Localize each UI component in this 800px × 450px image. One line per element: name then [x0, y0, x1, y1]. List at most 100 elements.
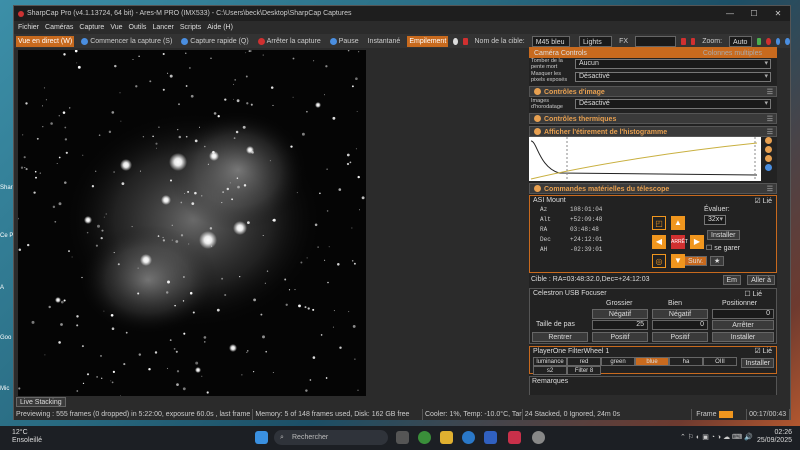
pause-button[interactable]: Pause	[328, 36, 361, 47]
filter-luminance-button[interactable]: luminance	[533, 357, 567, 366]
stop-capture-button[interactable]: Arrêter la capture	[256, 36, 323, 47]
menu-launch[interactable]: Lancer	[152, 24, 173, 31]
focuser-install-button[interactable]: Installer	[712, 332, 774, 342]
focuser-stop-button[interactable]: Arrêter	[712, 320, 774, 330]
clock[interactable]: 02:26 25/09/2025	[757, 429, 792, 445]
remarks-box[interactable]: Remarques	[529, 376, 777, 395]
start-icon[interactable]	[255, 431, 268, 444]
edge-icon[interactable]	[462, 431, 475, 444]
menu-help[interactable]: Aide (H)	[207, 24, 233, 31]
coarse-negative-button[interactable]: Négatif	[592, 309, 648, 319]
start-capture-button[interactable]: Commencer la capture (S)	[79, 36, 174, 47]
menu-file[interactable]: Fichier	[18, 24, 39, 31]
cut-dark-select[interactable]: Aucun	[575, 59, 771, 69]
stop-mount-button[interactable]: ARRÊT	[671, 235, 688, 249]
filter-blue-button[interactable]: blue	[635, 357, 669, 366]
fine-positive-button[interactable]: Positif	[652, 332, 708, 342]
menu-icon[interactable]: ☰	[767, 114, 773, 125]
north-arrow-button[interactable]: ▲	[671, 216, 685, 230]
histogram-icon[interactable]	[756, 37, 762, 45]
park-checkbox[interactable]: ☐ se garer	[706, 244, 740, 252]
focuser-linked-checkbox[interactable]: ☐ Lié	[744, 290, 762, 298]
multiple-columns-toggle[interactable]: Colonnes multiples	[703, 48, 762, 59]
weather-widget[interactable]: 12°C Ensoleillé	[12, 429, 42, 445]
crosshair-icon[interactable]	[690, 37, 696, 45]
record-icon[interactable]	[453, 37, 458, 45]
fine-step-input[interactable]: 0	[652, 320, 708, 330]
west-arrow-button[interactable]: ◀	[652, 235, 666, 249]
menu-icon[interactable]: ☰	[767, 87, 773, 98]
filter-ha-button[interactable]: ha	[669, 357, 703, 366]
south-arrow-button[interactable]: ▼	[671, 254, 685, 268]
filterwheel-install-button[interactable]: Installer	[741, 358, 774, 368]
quick-capture-button[interactable]: Capture rapide (Q)	[179, 36, 250, 47]
star	[241, 374, 243, 376]
menu-icon[interactable]: ☰	[767, 184, 773, 195]
image-controls-header[interactable]: Contrôles d'image ☰	[529, 86, 777, 97]
camera-controls-header[interactable]: Caméra Controls Colonnes multiples	[529, 47, 777, 58]
home-icon[interactable]: ◎	[652, 254, 666, 268]
position-input[interactable]: 0	[712, 309, 774, 319]
reticle-icon[interactable]	[680, 37, 686, 45]
mask-hot-select[interactable]: Désactivé	[575, 72, 771, 82]
live-stacking-tab[interactable]: Live Stacking	[16, 397, 66, 407]
filter-oiii-button[interactable]: OIII	[703, 357, 737, 366]
camera-image[interactable]	[18, 50, 366, 396]
star	[110, 380, 112, 382]
filter-red-button[interactable]: red	[567, 357, 601, 366]
filterwheel-linked-checkbox[interactable]: ☑ Lié	[754, 347, 772, 355]
slew-rate-select[interactable]: 32x	[704, 215, 726, 225]
app-icon[interactable]	[508, 431, 521, 444]
settings-icon[interactable]	[785, 37, 790, 45]
minimize-button[interactable]: —	[718, 6, 742, 21]
live-view-button[interactable]: Vue en direct (W)	[16, 35, 75, 47]
histogram-chart[interactable]	[529, 137, 772, 181]
filter-green-button[interactable]: green	[601, 357, 635, 366]
east-arrow-button[interactable]: ▶	[690, 235, 704, 249]
fx-select[interactable]	[635, 35, 676, 47]
close-button[interactable]: ✕	[766, 6, 790, 21]
frame-type-select[interactable]: Lights	[579, 35, 613, 47]
star-icon[interactable]: ★	[710, 256, 724, 266]
menu-view[interactable]: Vue	[110, 24, 122, 31]
target-icon[interactable]	[462, 37, 468, 45]
thermal-controls-header[interactable]: Contrôles thermiques ☰	[529, 113, 777, 124]
menu-capture[interactable]: Capture	[79, 24, 104, 31]
filter-8-button[interactable]: Filter 8	[567, 366, 601, 375]
star	[105, 213, 107, 215]
sharpcap-icon[interactable]	[532, 431, 545, 444]
store-icon[interactable]	[484, 431, 497, 444]
target-name-input[interactable]: M45 bleu	[531, 35, 571, 47]
sync-icon[interactable]: ◰	[652, 216, 666, 230]
timestamp-select[interactable]: Désactivé	[575, 99, 771, 109]
zoom-select[interactable]: Auto	[729, 35, 752, 47]
search-box[interactable]: ⌕ Rechercher	[274, 430, 388, 445]
file-explorer-icon[interactable]	[440, 431, 453, 444]
system-tray-icons[interactable]: ⌃ ⚐ ◐ ▣ ◔ ◑ ☁ ⌨ 🔊	[680, 433, 753, 441]
menu-cameras[interactable]: Caméras	[45, 24, 73, 31]
maximize-button[interactable]: ☐	[742, 6, 766, 21]
save-icon[interactable]	[765, 164, 772, 171]
task-view-icon[interactable]	[396, 431, 409, 444]
coarse-step-input[interactable]: 25	[592, 320, 648, 330]
mount-linked-checkbox[interactable]: ☑ Lié	[754, 197, 772, 205]
telescope-header[interactable]: Commandes matérielles du télescope ☰	[529, 183, 777, 194]
app-icon[interactable]	[418, 431, 431, 444]
retract-button[interactable]: Rentrer	[532, 332, 588, 342]
menu-scripts[interactable]: Scripts	[180, 24, 201, 31]
mount-install-button[interactable]: Installer	[707, 230, 740, 240]
menu-tools[interactable]: Outils	[129, 24, 147, 31]
reset-icon[interactable]	[765, 155, 772, 162]
filter-s2-button[interactable]: s2	[533, 366, 567, 375]
fine-negative-button[interactable]: Négatif	[652, 309, 708, 319]
coarse-positive-button[interactable]: Positif	[592, 332, 648, 342]
stacking-button[interactable]: Empilement	[407, 35, 449, 47]
auto-stretch-icon[interactable]	[765, 146, 772, 153]
info-icon[interactable]	[765, 137, 772, 144]
emp-button[interactable]: Em	[722, 275, 741, 285]
histogram-header[interactable]: Afficher l'étirement de l'histogramme ☰	[529, 126, 777, 137]
snapshot-button[interactable]: Instantané	[366, 36, 403, 47]
brush-icon[interactable]	[775, 37, 781, 45]
focus-icon[interactable]	[766, 37, 771, 45]
goto-button[interactable]: Aller à	[747, 275, 775, 285]
